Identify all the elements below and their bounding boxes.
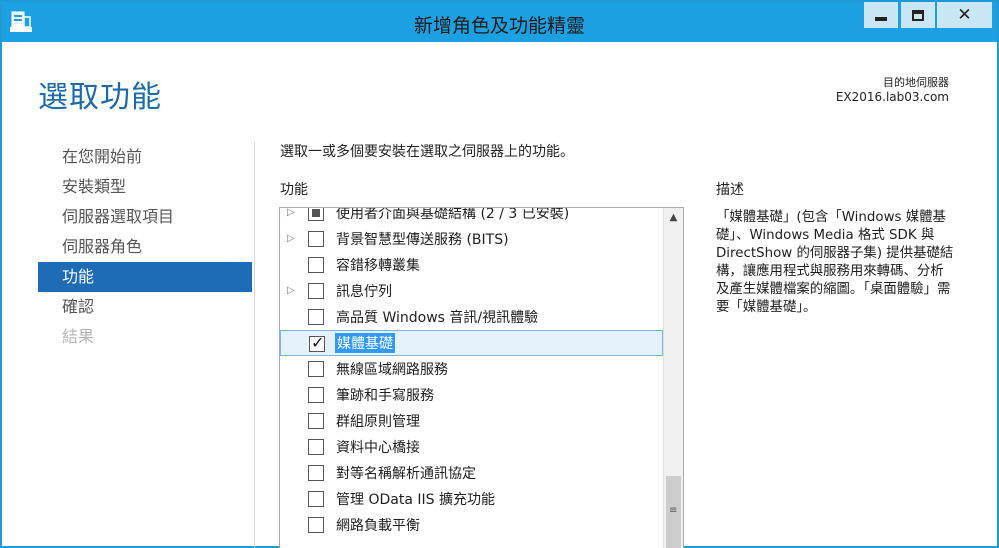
feature-checkbox[interactable] xyxy=(308,387,324,403)
feature-row[interactable]: 高品質 Windows 音訊/視訊體驗 xyxy=(280,304,663,330)
nav-item-before-you-begin[interactable]: 在您開始前 xyxy=(38,142,252,172)
feature-label: 媒體基礎 xyxy=(335,333,395,353)
nav-item-features[interactable]: 功能 xyxy=(38,262,252,292)
feature-row[interactable]: ▷ 訊息佇列 xyxy=(280,278,663,304)
feature-label: 容錯移轉叢集 xyxy=(336,258,420,274)
close-icon: ✕ xyxy=(957,5,972,25)
feature-checkbox[interactable] xyxy=(308,439,324,455)
feature-checkbox[interactable] xyxy=(308,413,324,429)
feature-row[interactable]: 管理 OData IIS 擴充功能 xyxy=(280,486,663,512)
feature-label: 背景智慧型傳送服務 (BITS) xyxy=(336,232,509,248)
scroll-grip-icon: ≡ xyxy=(669,505,678,516)
description-heading: 描述 xyxy=(716,182,744,198)
feature-checkbox[interactable] xyxy=(308,283,324,299)
feature-checkbox[interactable] xyxy=(308,465,324,481)
feature-checkbox[interactable] xyxy=(308,491,324,507)
features-heading: 功能 xyxy=(280,182,308,198)
feature-label: 使用者介面與基礎結構 (2 / 3 已安裝) xyxy=(336,207,570,222)
expand-arrow-icon[interactable]: ▷ xyxy=(287,232,297,246)
wizard-nav: 在您開始前 安裝類型 伺服器選取項目 伺服器角色 功能 確認 結果 xyxy=(38,142,252,352)
maximize-icon xyxy=(912,9,924,21)
feature-checkbox[interactable] xyxy=(308,361,324,377)
feature-checkbox[interactable] xyxy=(308,309,324,325)
nav-divider xyxy=(254,142,255,548)
feature-row[interactable]: 無線區域網路服務 xyxy=(280,356,663,382)
feature-row[interactable]: 資料中心橋接 xyxy=(280,434,663,460)
feature-checkbox[interactable] xyxy=(308,257,324,273)
feature-label: 群組原則管理 xyxy=(336,414,420,430)
feature-label: 資料中心橋接 xyxy=(336,440,420,456)
minimize-icon xyxy=(875,17,887,21)
feature-description: 「媒體基礎」(包含「Windows 媒體基礎」、Windows Media 格式… xyxy=(716,210,954,315)
feature-checkbox[interactable] xyxy=(308,231,324,247)
feature-label: 對等名稱解析通訊協定 xyxy=(336,466,476,482)
close-button[interactable]: ✕ xyxy=(937,2,992,28)
instruction-text: 選取一或多個要安裝在選取之伺服器上的功能。 xyxy=(280,144,574,160)
features-list[interactable]: ▷ 使用者介面與基礎結構 (2 / 3 已安裝) ▷ 背景智慧型傳送服務 (BITS)… xyxy=(279,207,684,548)
nav-item-installation-type[interactable]: 安裝類型 xyxy=(38,172,252,202)
title-bar[interactable]: 新增角色及功能精靈 ✕ xyxy=(2,2,997,42)
feature-label: 高品質 Windows 音訊/視訊體驗 xyxy=(336,310,539,326)
feature-label: 筆跡和手寫服務 xyxy=(336,388,434,404)
feature-row[interactable]: 群組原則管理 xyxy=(280,408,663,434)
destination-server-name: EX2016.lab03.com xyxy=(835,90,949,104)
feature-row[interactable]: ▷ 使用者介面與基礎結構 (2 / 3 已安裝) xyxy=(280,207,663,226)
feature-row[interactable]: 容錯移轉叢集 xyxy=(280,252,663,278)
wizard-window: 新增角色及功能精靈 ✕ 選取功能 目的地伺服器 EX2016.lab03.com… xyxy=(0,0,999,548)
nav-item-results: 結果 xyxy=(62,327,95,346)
expand-arrow-icon[interactable]: ▷ xyxy=(287,208,297,220)
expand-arrow-icon[interactable]: ▷ xyxy=(287,284,297,298)
feature-row[interactable]: 網路負載平衡 xyxy=(280,512,663,538)
feature-label: 管理 OData IIS 擴充功能 xyxy=(336,492,495,508)
minimize-button[interactable] xyxy=(864,2,898,28)
maximize-button[interactable] xyxy=(901,2,935,28)
nav-item-server-selection[interactable]: 伺服器選取項目 xyxy=(38,202,252,232)
scroll-up-icon[interactable]: ▲ xyxy=(664,208,683,228)
checkmark-icon: ✓ xyxy=(311,333,325,352)
features-scrollbar[interactable]: ▲ ≡ xyxy=(663,208,683,548)
feature-row[interactable]: 筆跡和手寫服務 xyxy=(280,382,663,408)
destination-server-label: 目的地伺服器 xyxy=(883,76,949,89)
page-title: 選取功能 xyxy=(38,80,162,115)
feature-row[interactable]: ✓ 媒體基礎 xyxy=(280,330,663,356)
feature-label: 網路負載平衡 xyxy=(336,518,420,534)
feature-checkbox[interactable]: ✓ xyxy=(309,333,325,352)
features-list-rows: ▷ 使用者介面與基礎結構 (2 / 3 已安裝) ▷ 背景智慧型傳送服務 (BITS)… xyxy=(280,207,663,538)
feature-checkbox[interactable] xyxy=(308,517,324,533)
scroll-thumb[interactable]: ≡ xyxy=(666,476,681,548)
feature-checkbox[interactable] xyxy=(308,208,324,221)
feature-row[interactable]: ▷ 背景智慧型傳送服務 (BITS) xyxy=(280,226,663,252)
feature-label: 訊息佇列 xyxy=(336,284,392,300)
nav-item-server-roles[interactable]: 伺服器角色 xyxy=(38,232,252,262)
window-title: 新增角色及功能精靈 xyxy=(413,15,585,37)
feature-row[interactable]: 對等名稱解析通訊協定 xyxy=(280,460,663,486)
nav-item-confirmation[interactable]: 確認 xyxy=(38,292,252,322)
feature-label: 無線區域網路服務 xyxy=(336,362,448,378)
